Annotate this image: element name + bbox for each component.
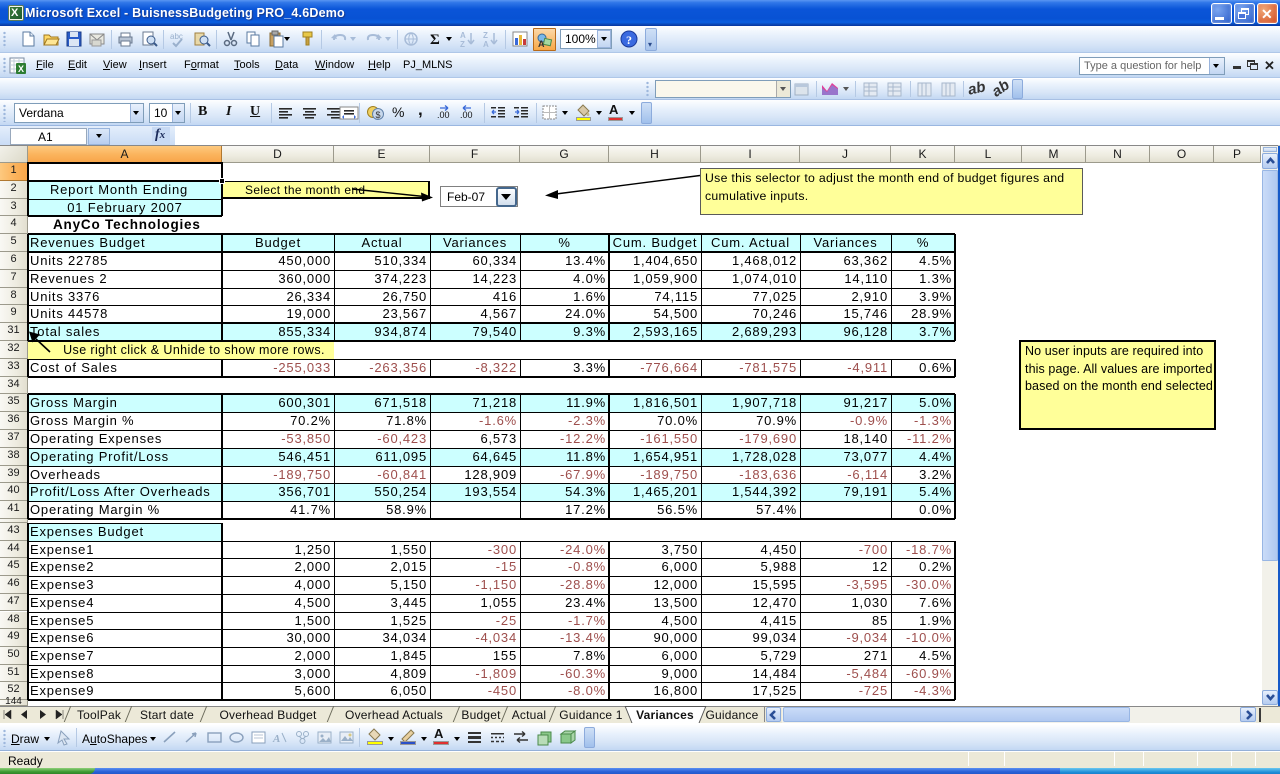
svg-text:A: A [460, 31, 466, 40]
svg-text:A: A [272, 733, 280, 745]
svg-text:.00: .00 [437, 110, 450, 120]
svg-text:?: ? [626, 33, 632, 47]
svg-text:Σ: Σ [430, 32, 440, 48]
svg-text:A: A [538, 39, 545, 49]
svg-text:$: $ [376, 110, 381, 120]
svg-text:Z: Z [460, 40, 465, 48]
svg-text:Z: Z [483, 31, 488, 40]
svg-text:.00: .00 [460, 110, 473, 120]
svg-text:A: A [483, 40, 489, 48]
svg-text:X: X [18, 64, 24, 74]
